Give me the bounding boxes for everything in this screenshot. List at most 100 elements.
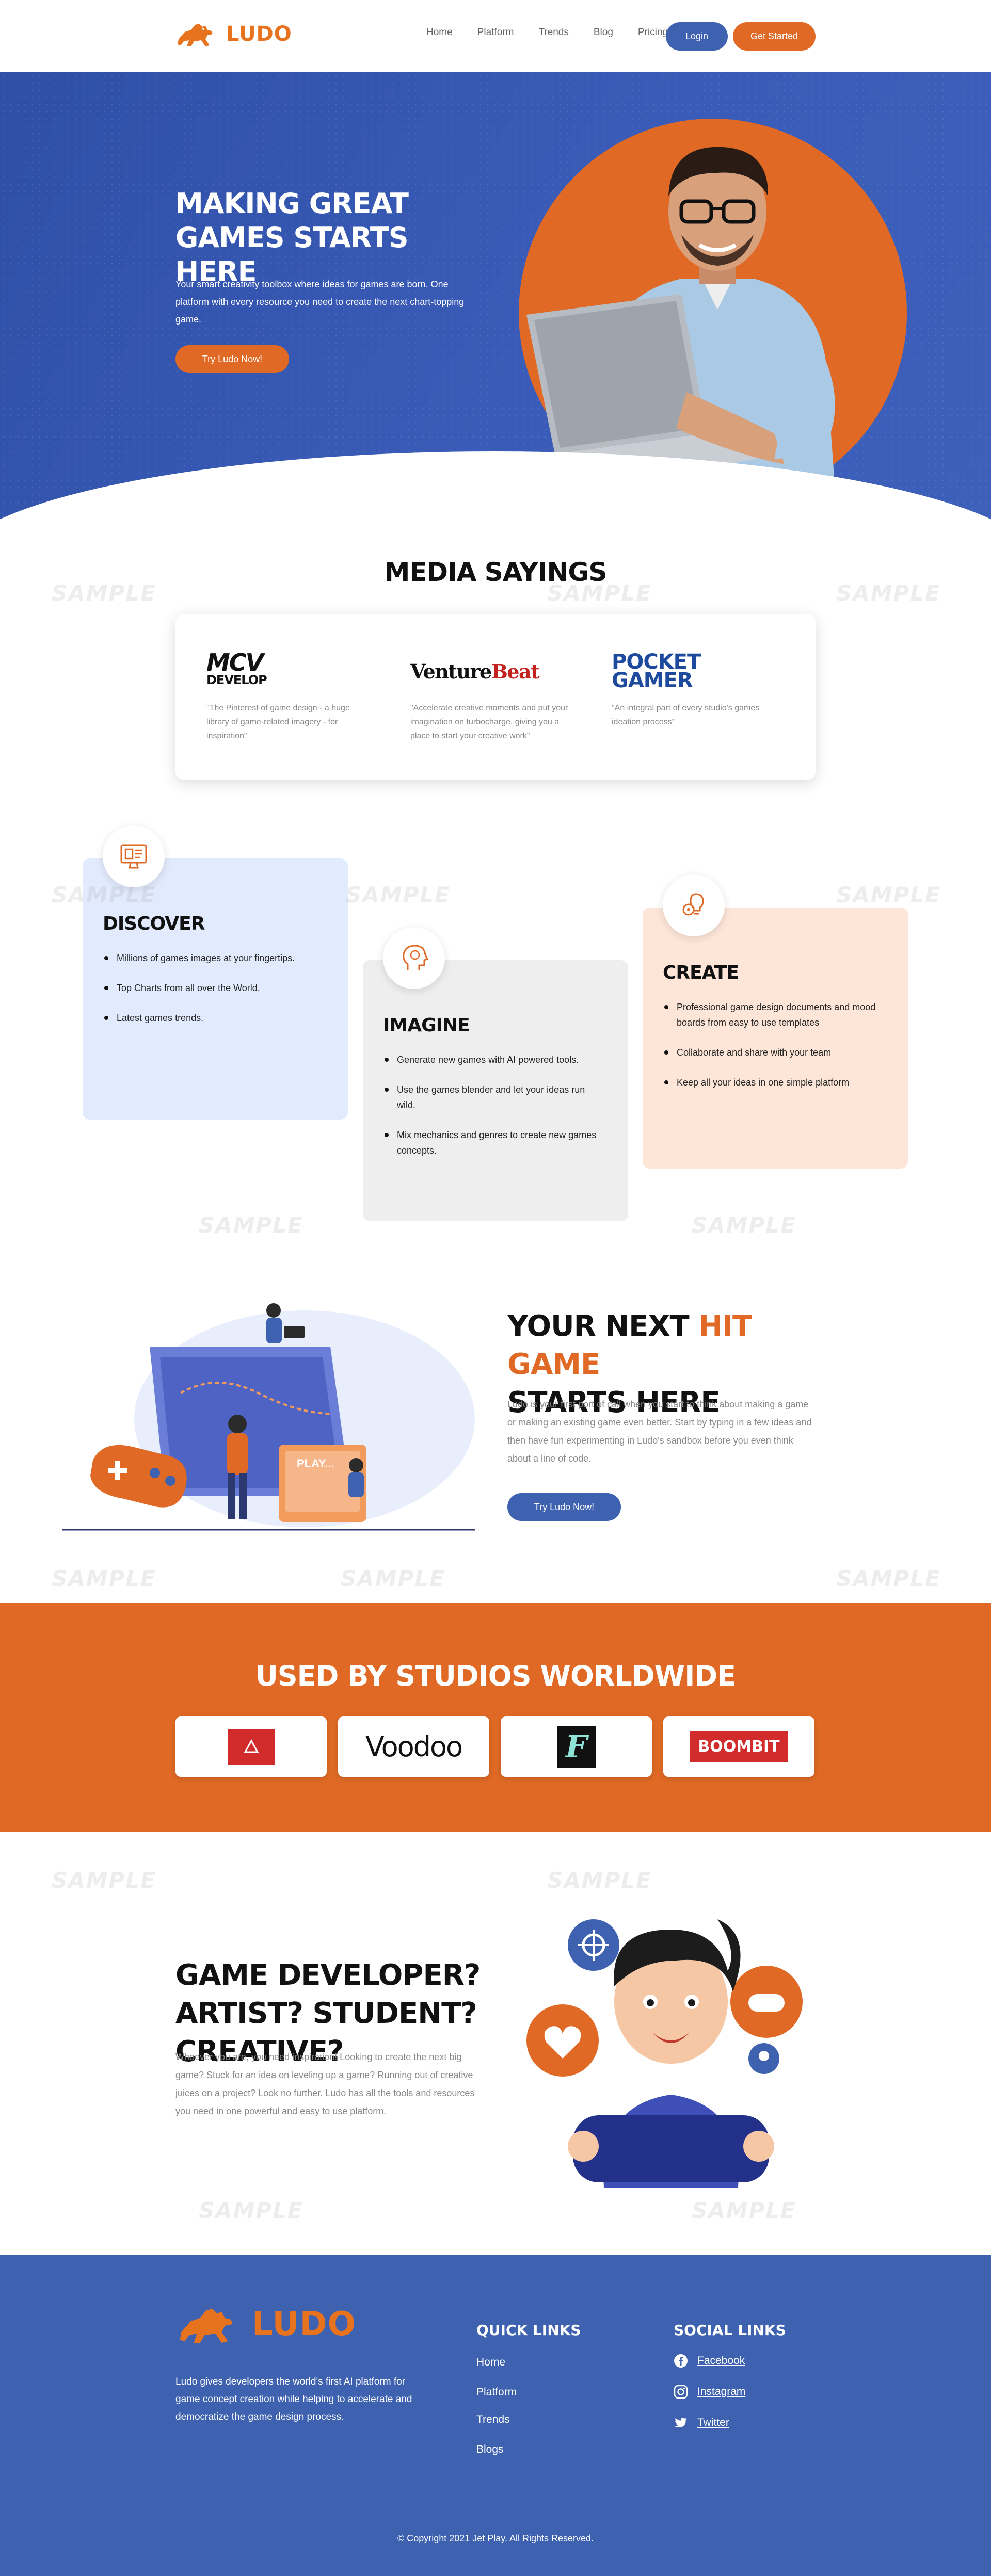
hero-try-ludo-button[interactable]: Try Ludo Now! bbox=[175, 345, 289, 373]
hit-try-ludo-button[interactable]: Try Ludo Now! bbox=[507, 1493, 621, 1521]
main-nav: Home Platform Trends Blog Pricing bbox=[426, 27, 693, 38]
studios-section: USED BY STUDIOS WORLDWIDE Voodoo F BOOMB… bbox=[0, 1603, 991, 1832]
footer-description: Ludo gives developers the world's first … bbox=[175, 2376, 412, 2422]
footer-link-platform[interactable]: Platform bbox=[476, 2386, 517, 2399]
social-links-title: SOCIAL LINKS bbox=[674, 2322, 786, 2339]
studios-title: USED BY STUDIOS WORLDWIDE bbox=[255, 1660, 736, 1692]
social-link-facebook[interactable]: Facebook bbox=[674, 2354, 745, 2368]
gamer-boy-illustration bbox=[526, 1919, 803, 2188]
watermark: SAMPLE bbox=[199, 1212, 303, 1238]
feature-title-imagine: IMAGINE bbox=[383, 1015, 470, 1036]
watermark: SAMPLE bbox=[346, 882, 451, 908]
feature-list-create: Professional game design documents and m… bbox=[663, 999, 890, 1105]
dog-logo-icon bbox=[180, 2309, 233, 2343]
landing-page: LUDO Home Platform Trends Blog Pricing L… bbox=[0, 0, 991, 2576]
instagram-icon bbox=[674, 2385, 688, 2399]
nav-platform[interactable]: Platform bbox=[477, 27, 514, 38]
watermark: SAMPLE bbox=[52, 1868, 156, 1893]
site-header: LUDO Home Platform Trends Blog Pricing L… bbox=[0, 0, 991, 72]
studio-emblem-icon bbox=[243, 1739, 259, 1753]
pocket-gamer-logo[interactable]: POCKET GAMER bbox=[612, 651, 777, 692]
media-quote-venturebeat: "Accelerate creative moments and put you… bbox=[410, 704, 568, 740]
hit-game-description: Ludo is your first port of call when you… bbox=[507, 1399, 812, 1464]
feature-item: Collaborate and share with your team bbox=[663, 1045, 890, 1060]
media-sayings-title: MEDIA SAYINGS bbox=[384, 557, 608, 587]
login-button[interactable]: Login bbox=[666, 22, 728, 51]
social-label-instagram: Instagram bbox=[697, 2386, 746, 2397]
logo[interactable]: LUDO bbox=[175, 19, 292, 50]
media-item-mcv: MCV DEVELOP "The Pinterest of game desig… bbox=[206, 651, 372, 743]
nav-trends[interactable]: Trends bbox=[538, 27, 568, 38]
feature-title-discover: DISCOVER bbox=[103, 913, 205, 934]
man-with-laptop-illustration bbox=[526, 147, 836, 506]
copyright-text: © Copyright 2021 Jet Play. All Rights Re… bbox=[397, 2533, 594, 2543]
discover-icon-badge bbox=[103, 825, 165, 887]
media-sayings-card: MCV DEVELOP "The Pinterest of game desig… bbox=[175, 614, 816, 780]
hit-title-prefix: YOUR NEXT bbox=[507, 1309, 699, 1343]
voodoo-logo: Voodoo bbox=[365, 1730, 463, 1763]
studio-logo-card-4[interactable]: BOOMBIT bbox=[663, 1716, 814, 1777]
nav-home[interactable]: Home bbox=[426, 27, 453, 38]
media-quote-pocketgamer: "An integral part of every studio's game… bbox=[612, 704, 760, 726]
feature-list-discover: Millions of games images at your fingert… bbox=[103, 950, 330, 1040]
feature-item: Keep all your ideas in one simple platfo… bbox=[663, 1075, 890, 1090]
watermark: SAMPLE bbox=[199, 2198, 303, 2223]
watermark: SAMPLE bbox=[52, 1566, 156, 1591]
nav-blog[interactable]: Blog bbox=[594, 27, 613, 38]
gamedev-description: Whoever you are, you need inspiration! L… bbox=[175, 2052, 475, 2116]
hero-subtitle: Your smart creativity toolbox where idea… bbox=[175, 279, 465, 325]
feature-item: Professional game design documents and m… bbox=[663, 999, 890, 1030]
f-studio-logo: F bbox=[557, 1726, 596, 1768]
social-link-twitter[interactable]: Twitter bbox=[674, 2416, 729, 2430]
gaming-illustration: PLAY... bbox=[62, 1303, 475, 1531]
feature-item: Use the games blender and let your ideas… bbox=[383, 1082, 605, 1113]
gears-lightbulb-icon bbox=[682, 893, 704, 916]
hero-section: MAKING GREAT GAMES STARTS HERE Your smar… bbox=[0, 72, 991, 557]
mcv-develop-logo[interactable]: MCV DEVELOP bbox=[206, 651, 372, 692]
site-footer: LUDO Ludo gives developers the world's f… bbox=[0, 2255, 991, 2576]
media-item-venturebeat: VentureBeat "Accelerate creative moments… bbox=[410, 651, 576, 743]
feature-item: Mix mechanics and genres to create new g… bbox=[383, 1127, 605, 1158]
create-icon-badge bbox=[663, 874, 725, 936]
media-item-pocketgamer: POCKET GAMER "An integral part of every … bbox=[612, 651, 777, 729]
dog-logo-icon bbox=[178, 24, 213, 46]
studio-logo-card-1[interactable] bbox=[175, 1716, 327, 1777]
watermark: SAMPLE bbox=[692, 2198, 796, 2223]
feature-item: Top Charts from all over the World. bbox=[103, 980, 330, 996]
monitor-icon bbox=[120, 844, 147, 869]
watermark: SAMPLE bbox=[836, 882, 941, 908]
feature-item: Latest games trends. bbox=[103, 1010, 330, 1026]
head-lightbulb-icon bbox=[403, 945, 429, 970]
feature-title-create: CREATE bbox=[663, 962, 739, 983]
watermark: SAMPLE bbox=[547, 1868, 652, 1893]
gamedev-title-line1: GAME DEVELOPER? bbox=[175, 1958, 481, 1992]
watermark: SAMPLE bbox=[836, 1566, 941, 1591]
social-label-facebook: Facebook bbox=[697, 2355, 745, 2367]
footer-logo[interactable]: LUDO bbox=[175, 2301, 356, 2347]
watermark: SAMPLE bbox=[692, 1212, 796, 1238]
studio-logo-card-3[interactable]: F bbox=[501, 1716, 652, 1777]
boombit-logo: BOOMBIT bbox=[690, 1731, 788, 1762]
nav-pricing[interactable]: Pricing bbox=[638, 27, 668, 38]
feature-item: Generate new games with AI powered tools… bbox=[383, 1052, 605, 1067]
studio-logo-card-2[interactable]: Voodoo bbox=[338, 1716, 489, 1777]
get-started-button[interactable]: Get Started bbox=[733, 22, 816, 51]
quick-links-title: QUICK LINKS bbox=[476, 2322, 581, 2339]
red-studio-logo bbox=[227, 1728, 275, 1765]
logo-text: LUDO bbox=[226, 22, 292, 46]
facebook-icon bbox=[674, 2354, 688, 2368]
feature-item: Millions of games images at your fingert… bbox=[103, 950, 330, 966]
venturebeat-logo[interactable]: VentureBeat bbox=[410, 651, 576, 692]
footer-logo-text: LUDO bbox=[252, 2305, 356, 2343]
footer-link-trends[interactable]: Trends bbox=[476, 2413, 510, 2426]
feature-list-imagine: Generate new games with AI powered tools… bbox=[383, 1052, 605, 1173]
hero-title-line1: MAKING GREAT bbox=[175, 187, 409, 220]
media-quote-mcv: "The Pinterest of game design - a huge l… bbox=[206, 704, 350, 740]
footer-link-home[interactable]: Home bbox=[476, 2356, 505, 2369]
imagine-icon-badge bbox=[383, 927, 445, 989]
hero-title: MAKING GREAT GAMES STARTS HERE bbox=[175, 187, 485, 289]
footer-link-blogs[interactable]: Blogs bbox=[476, 2443, 504, 2456]
social-link-instagram[interactable]: Instagram bbox=[674, 2385, 745, 2399]
social-label-twitter: Twitter bbox=[697, 2417, 729, 2428]
illustration-play-text: PLAY... bbox=[297, 1457, 334, 1470]
